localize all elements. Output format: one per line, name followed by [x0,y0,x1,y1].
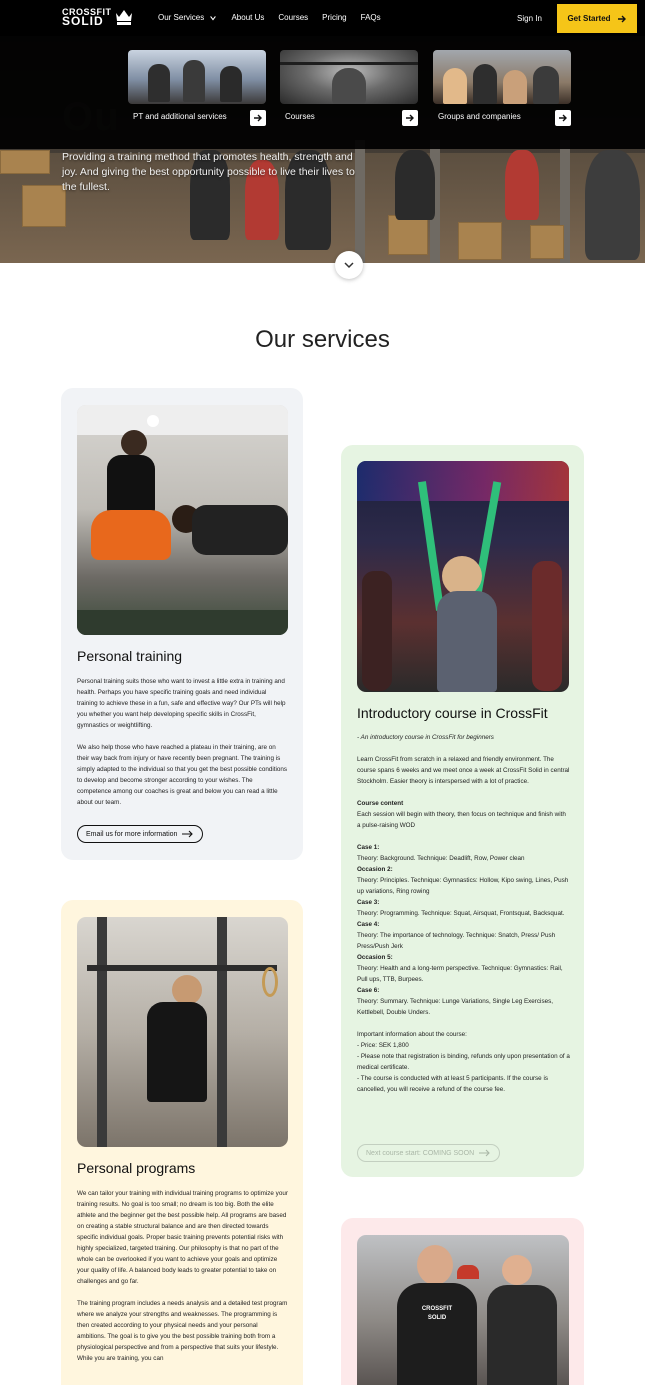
services-dropdown: PT and additional services Courses Group… [0,36,645,149]
arrow-right-icon [182,830,194,838]
arrow-right-icon [479,1149,490,1157]
intro-course-paragraph: Learn CrossFit from scratch in a relaxed… [357,756,570,785]
session-text: Theory: Summary. Technique: Lunge Variat… [357,998,554,1016]
hero-text: Providing a training method that promote… [62,151,355,193]
menu-card-courses[interactable]: Courses [280,50,418,126]
session-text: Theory: The importance of technology. Te… [357,932,556,950]
top-navbar: CROSSFIT SOLID Our Services About Us Cou… [0,0,645,36]
personal-training-text: Personal training suits those who want t… [77,676,288,819]
personal-training-title: Personal training [77,648,183,664]
intro-course-text: - An introductory course in CrossFit for… [357,732,570,1095]
card-groups: CROSSFIT SOLID [341,1218,584,1385]
course-info-heading: Important information about the course: [357,1031,467,1038]
nav-our-services[interactable]: Our Services [158,13,217,22]
card-personal-programs: Personal programs We can tailor your tra… [61,900,303,1385]
personal-programs-paragraph: The training program includes a needs an… [77,1300,288,1362]
course-info-line: - Please note that registration is bindi… [357,1053,570,1071]
shirt-logo: CROSSFIT SOLID [412,1305,462,1323]
groups-photo: CROSSFIT SOLID [357,1235,569,1385]
next-course-label: Next course start: COMING SOON [366,1149,475,1157]
hero-plyo-box [530,225,564,259]
sign-in-link[interactable]: Sign In [517,14,542,23]
nav-pricing[interactable]: Pricing [322,13,346,22]
personal-programs-text: We can tailor your training with individ… [77,1188,288,1375]
personal-training-paragraph: Personal training suits those who want t… [77,678,286,729]
logo-line2: SOLID [62,14,104,28]
arrow-right-icon[interactable] [402,110,418,126]
email-us-button[interactable]: Email us for more information [77,825,204,843]
menu-card-groups[interactable]: Groups and companies [433,50,571,126]
course-content-text: Each session will begin with theory, the… [357,811,566,829]
menu-card-groups-label: Groups and companies [438,112,521,121]
nav-our-services-label: Our Services [158,13,205,22]
chevron-down-icon [210,15,217,21]
hero-plyo-box [22,185,66,227]
personal-programs-photo [77,917,288,1147]
personal-training-paragraph: We also help those who have reached a pl… [77,744,288,806]
personal-programs-title: Personal programs [77,1160,196,1176]
session-text: Theory: Health and a long-term perspecti… [357,965,563,983]
hero-athlete [395,150,435,220]
menu-card-groups-image [433,50,571,104]
personal-training-photo [77,405,288,635]
menu-card-pt-label: PT and additional services [133,112,227,121]
session-text: Theory: Background. Technique: Deadlift,… [357,855,525,862]
main-nav: Our Services About Us Courses Pricing FA… [158,13,381,22]
session-label: Occasion 5: [357,954,393,961]
hero-plyo-box [0,150,50,174]
get-started-label: Get Started [567,14,611,23]
nav-faqs[interactable]: FAQs [361,13,381,22]
arrow-right-icon[interactable] [250,110,266,126]
nav-about-us[interactable]: About Us [231,13,264,22]
menu-card-courses-label: Courses [285,112,315,121]
hero-athlete [585,150,640,260]
intro-course-photo [357,461,569,692]
arrow-right-icon[interactable] [555,110,571,126]
menu-card-courses-image [280,50,418,104]
scroll-down-button[interactable] [335,251,363,279]
next-course-button[interactable]: Next course start: COMING SOON [357,1144,501,1162]
course-info-line: - Price: SEK 1,800 [357,1042,409,1049]
hero-plyo-box [388,215,428,255]
personal-programs-paragraph: We can tailor your training with individ… [77,1190,288,1285]
menu-card-pt-image [128,50,266,104]
session-label: Case 3: [357,899,380,906]
course-content-heading: Course content [357,800,404,807]
session-label: Occasion 2: [357,866,393,873]
intro-course-subtitle: - An introductory course in CrossFit for… [357,734,494,741]
session-label: Case 6: [357,987,380,994]
card-personal-training: Personal training Personal training suit… [61,388,303,860]
chevron-down-icon [344,262,354,269]
card-intro-course: Introductory course in CrossFit - An int… [341,445,584,1177]
session-label: Case 4: [357,921,380,928]
session-text: Theory: Principles. Technique: Gymnastic… [357,877,569,895]
hero-plyo-box [458,222,502,260]
logo-crown-icon [116,10,132,25]
session-list: Case 1: Theory: Background. Technique: D… [357,842,570,1018]
course-info-line: - The course is conducted with at least … [357,1075,548,1093]
menu-card-pt[interactable]: PT and additional services [128,50,266,126]
intro-course-title: Introductory course in CrossFit [357,705,548,721]
arrow-right-icon [617,15,626,22]
session-label: Case 1: [357,844,380,851]
section-title: Our services [255,326,390,353]
logo[interactable]: CROSSFIT SOLID [62,8,132,28]
hero-athlete [505,150,539,220]
email-us-label: Email us for more information [86,830,178,838]
session-text: Theory: Programming. Technique: Squat, A… [357,910,565,917]
get-started-button[interactable]: Get Started [557,4,637,33]
nav-courses[interactable]: Courses [278,13,308,22]
